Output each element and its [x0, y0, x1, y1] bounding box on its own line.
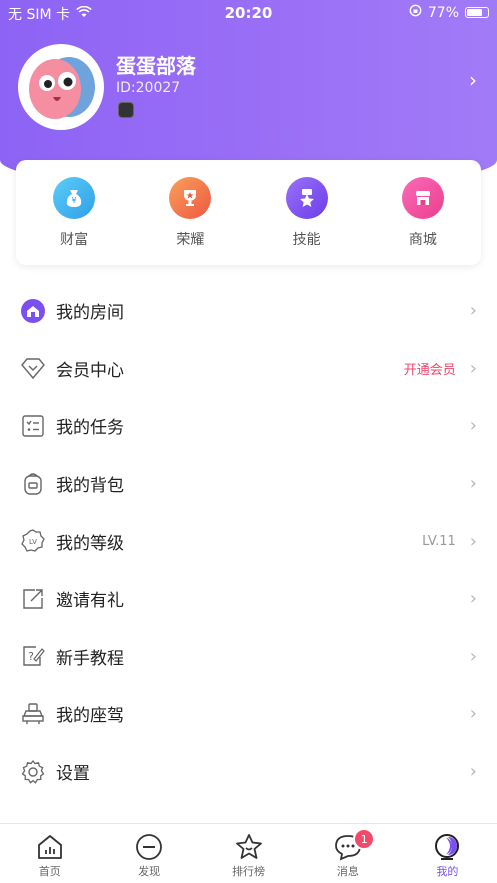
menu-item-tutorial[interactable]: ? 新手教程 › [0, 628, 497, 686]
menu-item-my-vehicle[interactable]: 我的座驾 › [0, 685, 497, 743]
menu-label: 我的房间 [56, 303, 124, 324]
menu-label: 会员中心 [56, 360, 124, 381]
chevron-right-icon: › [469, 415, 477, 437]
chevron-right-icon: › [469, 300, 477, 322]
chevron-right-icon: › [469, 645, 477, 667]
tab-messages[interactable]: 1 消息 [298, 824, 397, 883]
home-icon [34, 832, 66, 862]
tab-label: 首页 [38, 865, 61, 878]
tab-label: 我的 [436, 865, 459, 878]
menu-label: 我的任务 [56, 418, 124, 439]
chevron-right-icon: › [469, 703, 477, 725]
room-icon [20, 298, 46, 324]
bottom-tab-bar: 首页 发现 排行榜 1 消息 我的 [0, 823, 497, 883]
open-vip-link[interactable]: 开通会员 [404, 359, 456, 378]
quick-action-shop[interactable]: 商城 [378, 176, 468, 249]
chevron-right-icon: › [469, 357, 477, 379]
chevron-right-icon: › [469, 473, 477, 495]
quick-action-honor[interactable]: 荣耀 [145, 176, 235, 249]
menu-label: 我的等级 [56, 533, 124, 554]
rank-badge-icon [118, 102, 134, 118]
svg-text:¥: ¥ [72, 196, 77, 205]
tab-discover[interactable]: 发现 [99, 824, 198, 883]
tab-ranking[interactable]: 排行榜 [199, 824, 298, 883]
chevron-right-icon[interactable]: › [469, 68, 477, 92]
tab-profile[interactable]: 我的 [398, 824, 497, 883]
menu-item-my-room[interactable]: 我的房间 › [0, 282, 497, 340]
menu-list: 我的房间 › 会员中心 开通会员 › 我的任务 › 我的背包 › LV 我的等级… [0, 282, 497, 800]
menu-item-my-level[interactable]: LV 我的等级 LV.11 › [0, 512, 497, 570]
quick-action-label: 财富 [60, 231, 89, 248]
money-bag-icon: ¥ [53, 176, 96, 219]
menu-item-invite[interactable]: 邀请有礼 › [0, 570, 497, 628]
rotation-lock-icon [409, 4, 422, 21]
invite-icon [20, 586, 46, 612]
task-icon [20, 413, 46, 439]
menu-label: 设置 [56, 764, 90, 785]
quick-action-skill[interactable]: 技能 [262, 176, 352, 249]
quick-action-wealth[interactable]: ¥ 财富 [29, 176, 119, 249]
battery-percent: 77% [427, 4, 459, 21]
backpack-icon [20, 471, 46, 497]
trophy-icon [169, 176, 212, 219]
profile-icon [431, 832, 463, 862]
svg-text:LV: LV [29, 538, 37, 546]
menu-label: 新手教程 [56, 648, 124, 669]
quick-actions-card: ¥ 财富 荣耀 技能 商城 [16, 160, 481, 265]
quick-action-label: 技能 [292, 231, 321, 248]
nickname: 蛋蛋部落 [116, 54, 196, 78]
diamond-icon [20, 355, 46, 381]
quick-action-label: 商城 [408, 231, 437, 248]
vehicle-icon [20, 701, 46, 727]
menu-item-settings[interactable]: 设置 › [0, 743, 497, 801]
menu-label: 邀请有礼 [56, 591, 124, 612]
tutorial-icon: ? [20, 643, 46, 669]
svg-text:?: ? [28, 650, 34, 663]
unread-badge: 1 [353, 828, 376, 850]
chevron-right-icon: › [469, 530, 477, 552]
chevron-right-icon: › [469, 588, 477, 610]
profile-header[interactable]: 蛋蛋部落 ID:20027 › [18, 44, 477, 134]
settings-gear-icon [20, 759, 46, 785]
avatar[interactable] [18, 44, 104, 130]
skill-star-icon [285, 176, 328, 219]
tab-home[interactable]: 首页 [0, 824, 99, 883]
tab-label: 排行榜 [232, 865, 266, 878]
ranking-star-icon [233, 832, 265, 862]
tab-label: 发现 [138, 865, 161, 878]
chevron-right-icon: › [469, 761, 477, 783]
discover-icon [133, 832, 165, 862]
menu-item-my-backpack[interactable]: 我的背包 › [0, 455, 497, 513]
shop-icon [401, 176, 444, 219]
battery-icon [465, 7, 489, 18]
tab-label: 消息 [336, 865, 359, 878]
menu-item-vip-center[interactable]: 会员中心 开通会员 › [0, 340, 497, 398]
quick-action-label: 荣耀 [176, 231, 205, 248]
status-bar: 无 SIM 卡 20:20 77% [0, 0, 497, 26]
user-id: ID:20027 [116, 80, 181, 96]
level-icon: LV [20, 528, 46, 554]
menu-item-my-tasks[interactable]: 我的任务 › [0, 397, 497, 455]
level-value: LV.11 [422, 533, 456, 549]
menu-label: 我的背包 [56, 476, 124, 497]
menu-label: 我的座驾 [56, 706, 124, 727]
